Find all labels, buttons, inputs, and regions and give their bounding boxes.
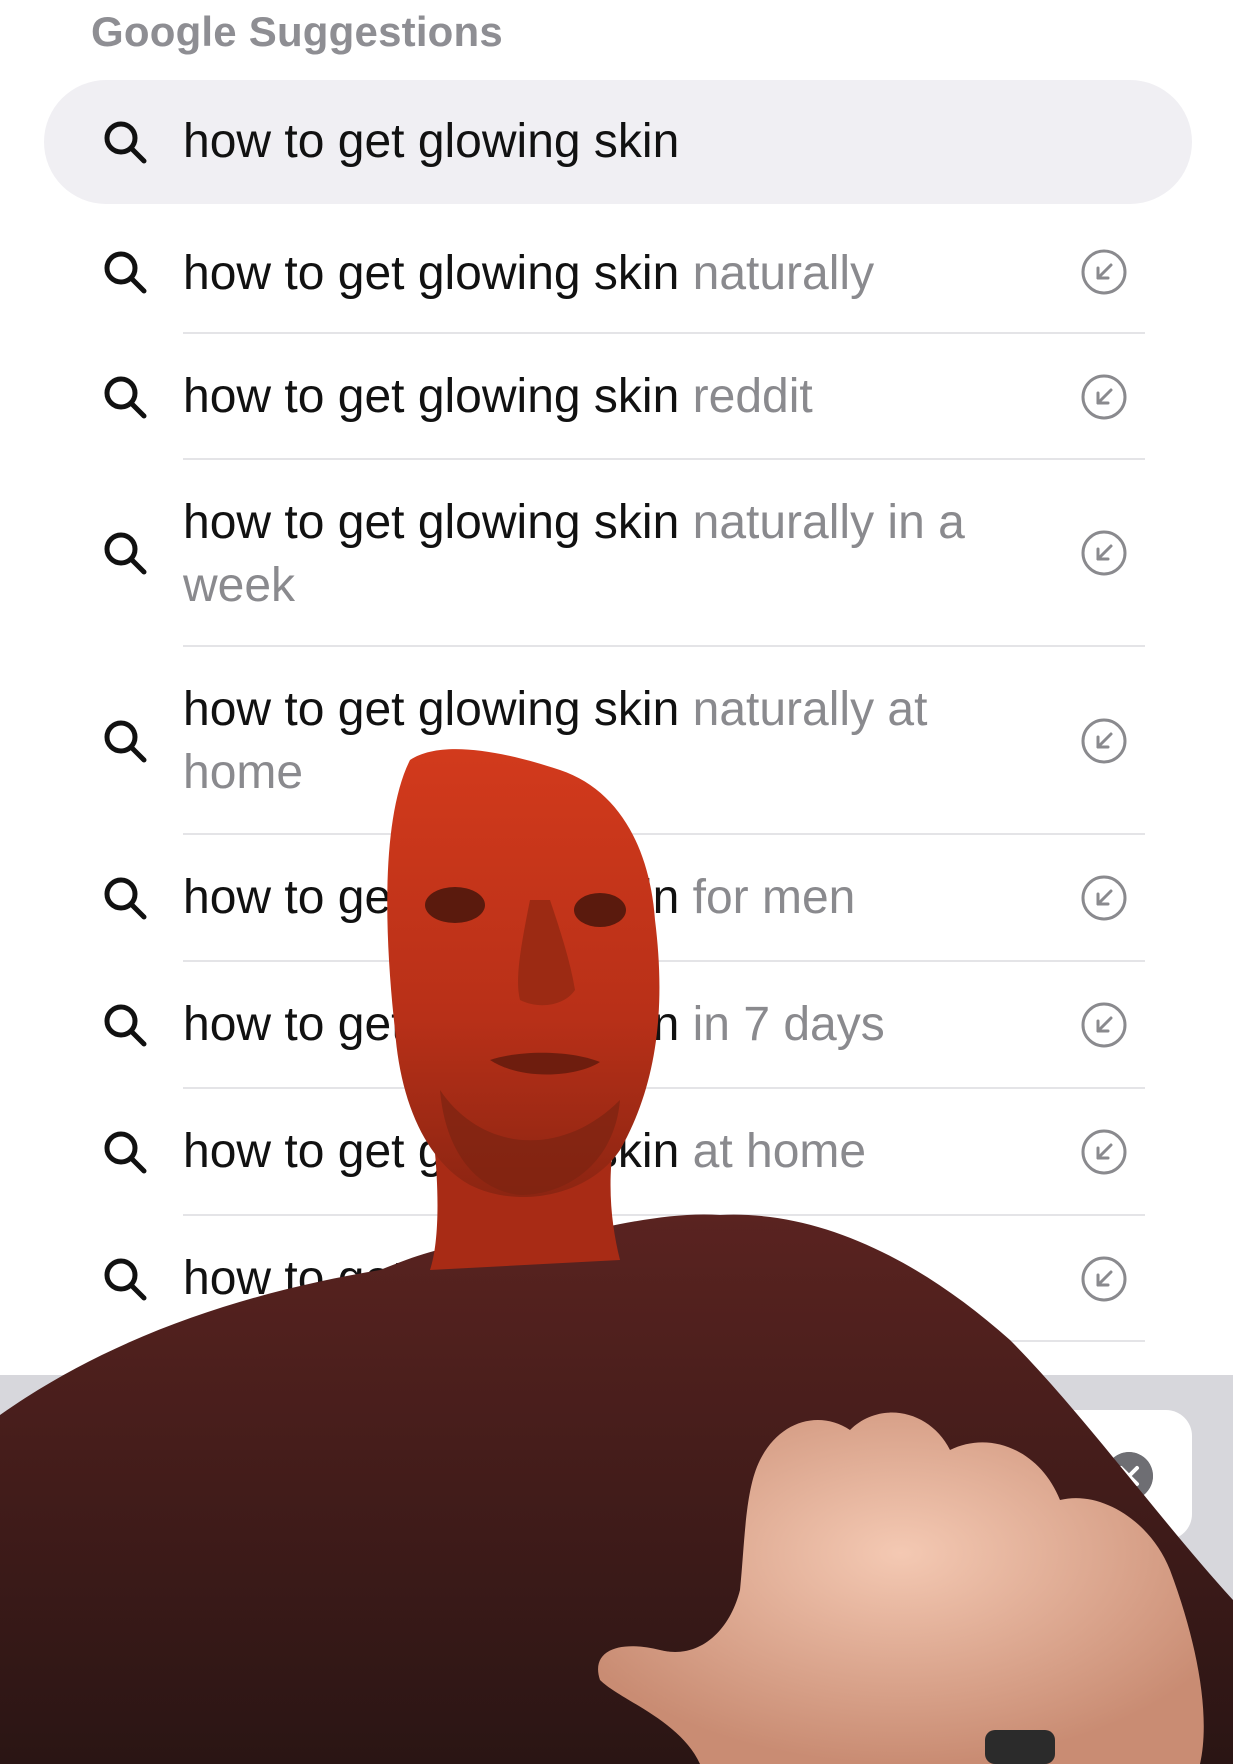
suggestion-base: how to get glowing skin bbox=[183, 1125, 680, 1178]
suggestion-row[interactable]: how to get glowing skin at home bbox=[0, 1090, 1233, 1214]
address-field[interactable] bbox=[44, 1410, 1192, 1540]
arrow-up-left-icon[interactable] bbox=[1080, 248, 1128, 296]
query-text: how to get glowing skin bbox=[183, 115, 680, 168]
suggestion-base: how to get glowing skin bbox=[183, 683, 680, 736]
search-icon bbox=[104, 376, 147, 419]
search-icon bbox=[104, 532, 147, 575]
arrow-up-left-icon[interactable] bbox=[1080, 1001, 1128, 1049]
suggestion-text: how to get glowing skin for men bbox=[183, 866, 1013, 929]
suggestion-base: how to get glowing skin bbox=[183, 247, 680, 300]
search-icon bbox=[104, 1131, 147, 1174]
suggestion-base: how to get glowing skin bbox=[183, 871, 680, 924]
divider bbox=[183, 1340, 1145, 1342]
arrow-up-left-icon[interactable] bbox=[1080, 874, 1128, 922]
suggestion-text: how to get glowing skin makeup bbox=[183, 1247, 1013, 1310]
suggestion-base: how to get glowing skin bbox=[183, 998, 680, 1051]
current-query[interactable]: how to get glowing skin bbox=[0, 80, 1233, 204]
suggestion-completion: in 7 days bbox=[679, 998, 885, 1051]
divider bbox=[183, 1214, 1145, 1216]
suggestion-row[interactable]: how to get glowing skin makeup bbox=[0, 1217, 1233, 1341]
suggestion-text: how to get glowing skin reddit bbox=[183, 365, 1013, 428]
search-icon bbox=[104, 877, 147, 920]
suggestion-completion: at home bbox=[679, 1125, 867, 1178]
suggestion-text: how to get glowing skin naturally bbox=[183, 242, 1013, 305]
divider bbox=[183, 458, 1145, 460]
divider bbox=[183, 960, 1145, 962]
suggestion-completion: makeup bbox=[679, 1252, 864, 1305]
arrow-up-left-icon[interactable] bbox=[1080, 1128, 1128, 1176]
divider bbox=[183, 645, 1145, 647]
suggestion-text: how to get glowing skin at home bbox=[183, 1120, 1013, 1183]
suggestion-text: how to get glowing skin in 7 days bbox=[183, 993, 1013, 1056]
arrow-up-left-icon[interactable] bbox=[1080, 529, 1128, 577]
arrow-up-left-icon[interactable] bbox=[1080, 373, 1128, 421]
search-icon bbox=[104, 1004, 147, 1047]
search-icon bbox=[104, 720, 147, 763]
arrow-up-left-icon[interactable] bbox=[1080, 1255, 1128, 1303]
suggestion-completion: reddit bbox=[679, 370, 813, 423]
suggestion-base: how to get glowing skin bbox=[183, 370, 680, 423]
search-icon bbox=[104, 121, 147, 164]
divider bbox=[183, 1087, 1145, 1089]
arrow-up-left-icon[interactable] bbox=[1080, 717, 1128, 765]
suggestion-completion: for men bbox=[679, 871, 856, 924]
suggestion-base: how to get glowing skin bbox=[183, 496, 680, 549]
close-icon[interactable] bbox=[1105, 1452, 1153, 1500]
suggestion-row[interactable]: how to get glowing skin naturally in a w… bbox=[0, 461, 1233, 646]
suggestion-completion: naturally bbox=[679, 247, 875, 300]
suggestion-base: how to get glowing skin bbox=[183, 1252, 680, 1305]
suggestion-row[interactable]: how to get glowing skin naturally at hom… bbox=[0, 648, 1233, 834]
suggestion-text: how to get glowing skin naturally in a w… bbox=[183, 491, 1013, 617]
divider bbox=[183, 332, 1145, 334]
section-title: Google Suggestions bbox=[91, 8, 503, 55]
suggestion-row[interactable]: how to get glowing skin in 7 days bbox=[0, 963, 1233, 1087]
suggestion-text: how to get glowing skin naturally at hom… bbox=[183, 678, 1013, 804]
suggestion-row[interactable]: how to get glowing skin for men bbox=[0, 836, 1233, 960]
suggestion-row[interactable]: how to get glowing skin reddit bbox=[0, 335, 1233, 459]
search-icon bbox=[104, 1258, 147, 1301]
suggestion-row[interactable]: how to get glowing skin naturally bbox=[0, 212, 1233, 332]
search-icon bbox=[104, 251, 147, 294]
divider bbox=[183, 833, 1145, 835]
